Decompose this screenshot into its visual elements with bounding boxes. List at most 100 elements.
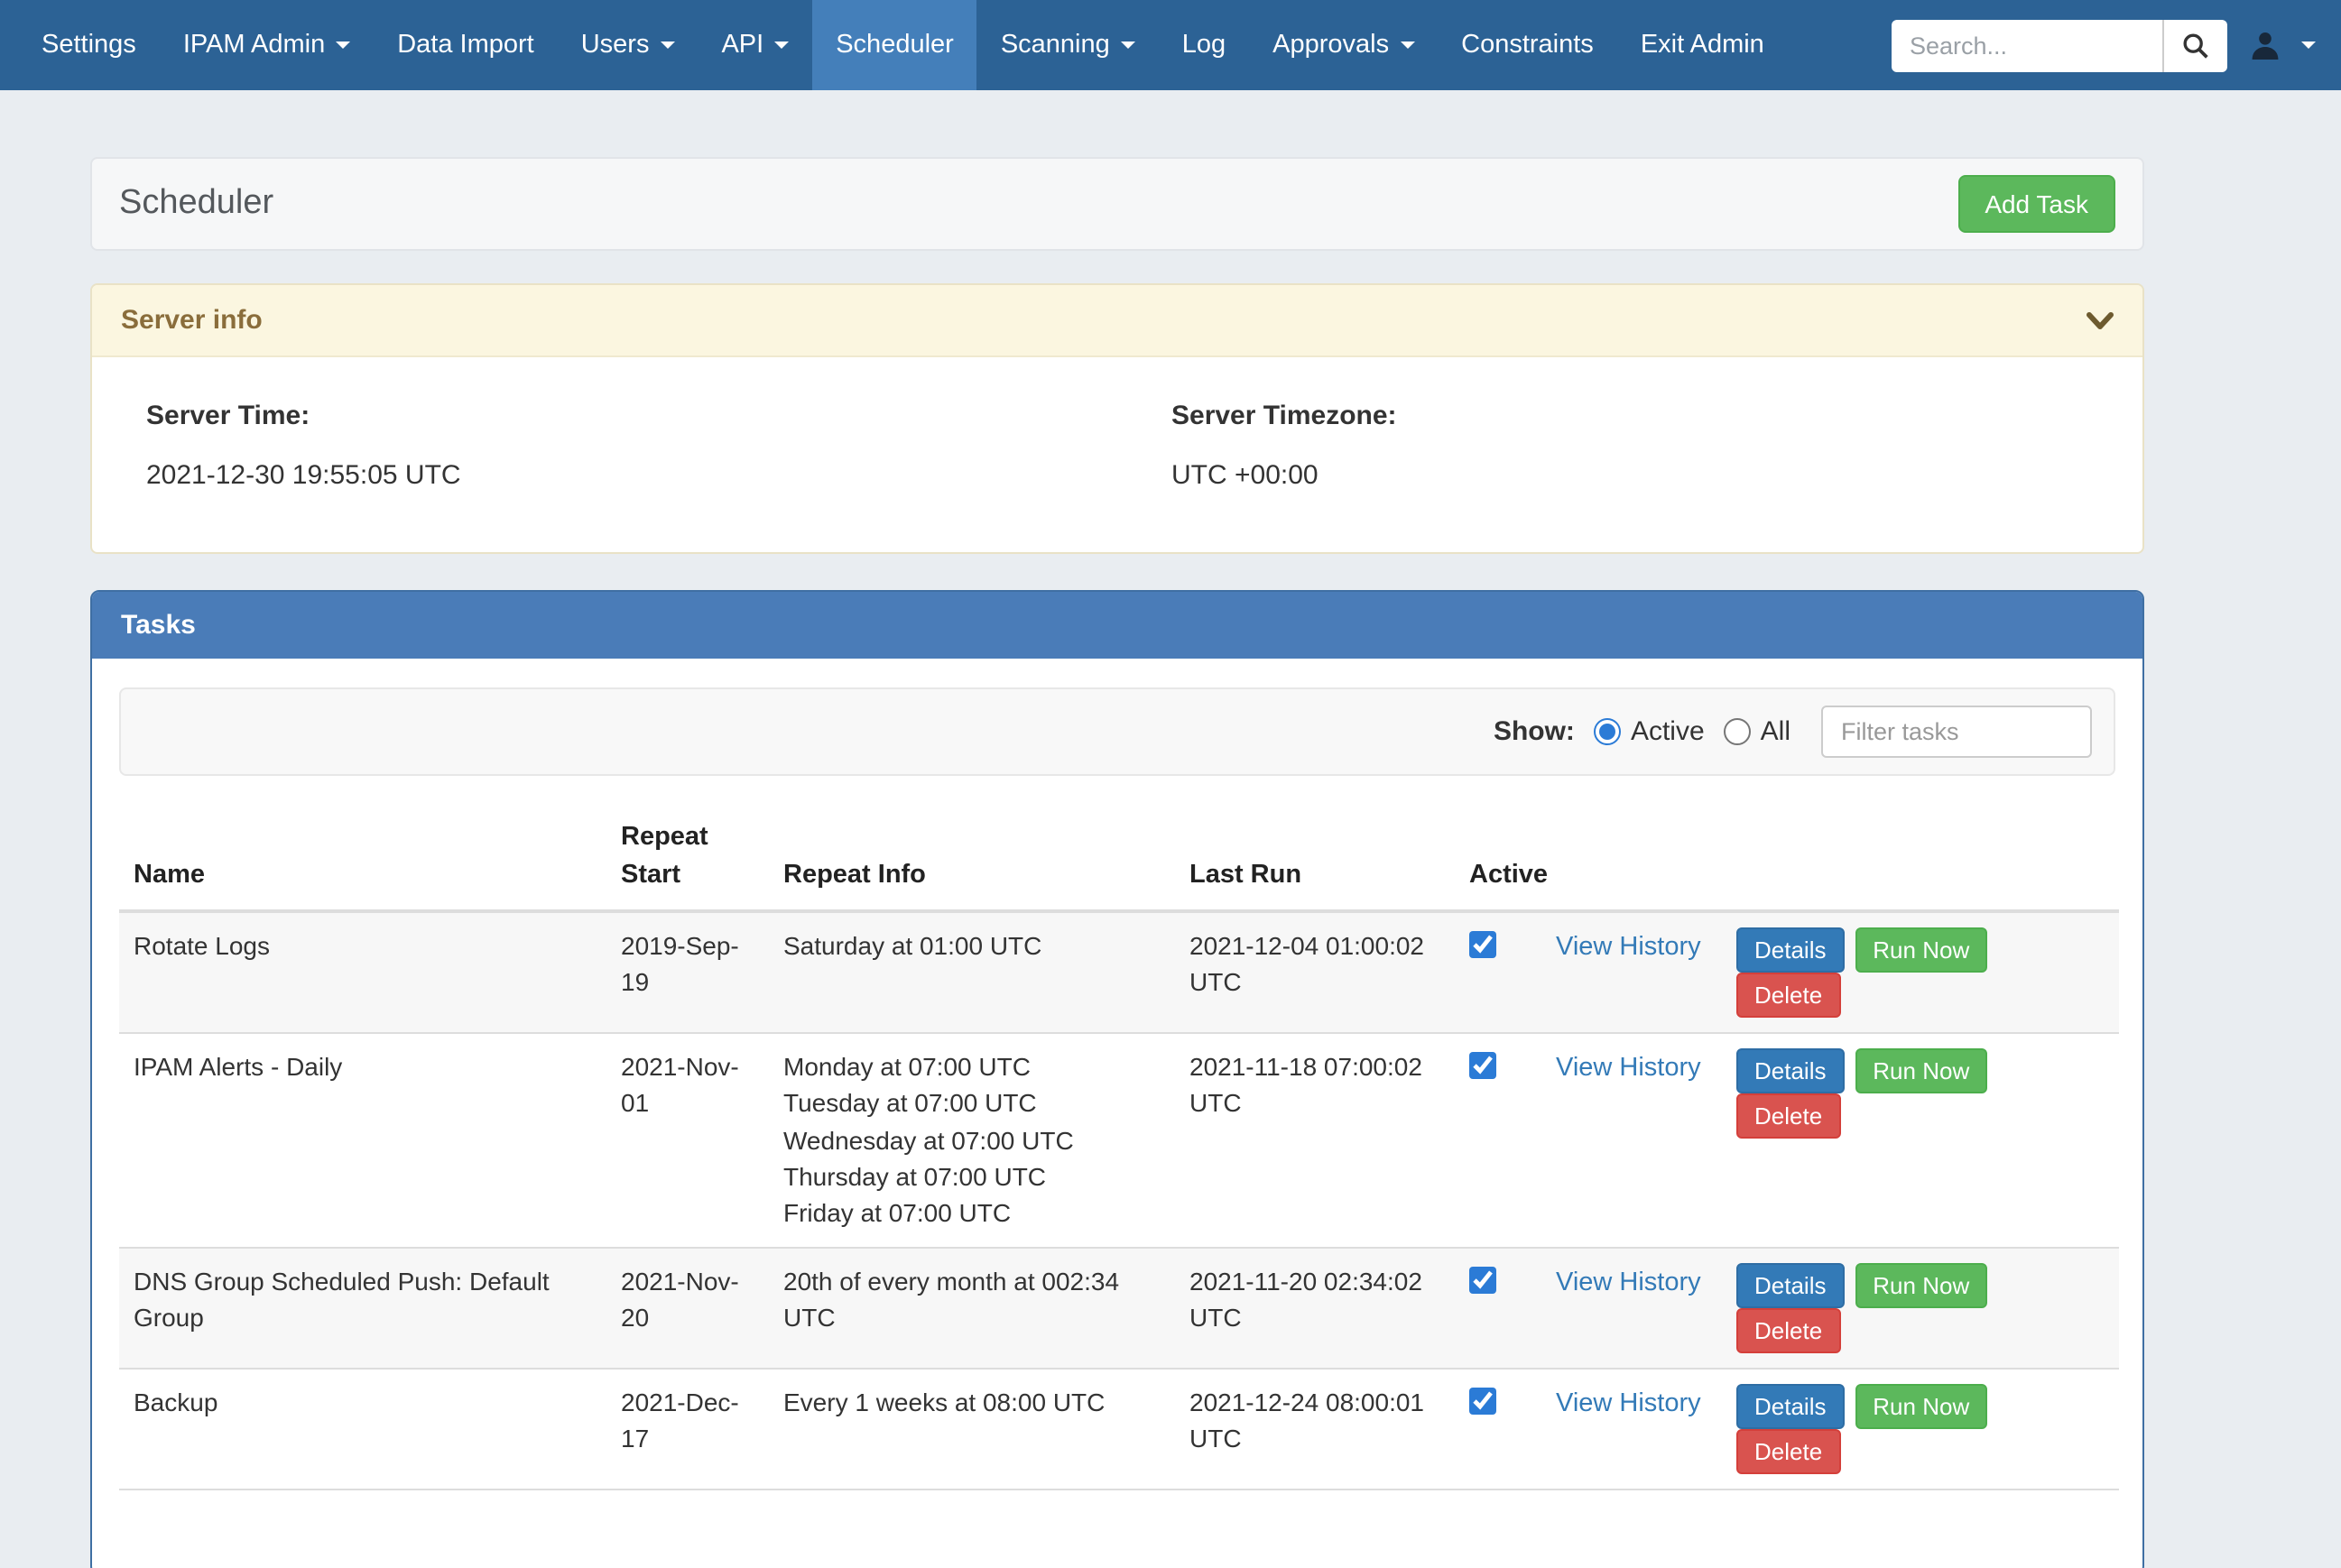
chevron-down-icon	[336, 42, 350, 49]
details-button[interactable]: Details	[1736, 1262, 1845, 1307]
task-repeat-info: Saturday at 01:00 UTC	[769, 911, 1175, 1033]
top-navbar: Settings IPAM Admin Data Import Users AP…	[0, 0, 2341, 90]
show-active-radio[interactable]	[1595, 718, 1622, 745]
search-input[interactable]	[1892, 19, 2162, 71]
add-task-button[interactable]: Add Task	[1957, 175, 2115, 233]
server-time-value: 2021-12-30 19:55:05 UTC	[146, 460, 1117, 491]
nav-item-settings[interactable]: Settings	[18, 0, 160, 90]
show-active-label: Active	[1631, 716, 1705, 747]
user-menu-button[interactable]	[2249, 29, 2316, 61]
server-info-header[interactable]: Server info	[92, 285, 2142, 357]
delete-button[interactable]: Delete	[1736, 973, 1840, 1018]
task-name: Backup	[119, 1368, 606, 1489]
run-now-button[interactable]: Run Now	[1855, 1262, 1987, 1307]
server-timezone-label: Server Timezone:	[1171, 401, 2142, 431]
run-now-button[interactable]: Run Now	[1855, 1048, 1987, 1093]
server-info-body: Server Time: 2021-12-30 19:55:05 UTC Ser…	[92, 357, 2142, 552]
tasks-filter-bar: Show: Active All	[119, 687, 2115, 776]
user-icon	[2249, 29, 2281, 61]
delete-button[interactable]: Delete	[1736, 1428, 1840, 1473]
task-name: IPAM Alerts - Daily	[119, 1033, 606, 1247]
task-repeat-info: Monday at 07:00 UTC Tuesday at 07:00 UTC…	[769, 1033, 1175, 1247]
show-all-radio[interactable]	[1725, 718, 1752, 745]
nav-item-data-import[interactable]: Data Import	[374, 0, 558, 90]
nav-item-label: Scanning	[1001, 31, 1110, 60]
tasks-panel-header: Tasks	[92, 592, 2142, 659]
column-header-actions	[1722, 805, 2119, 911]
view-history-link[interactable]: View History	[1556, 1388, 1701, 1417]
server-time-label: Server Time:	[146, 401, 1117, 431]
search-button[interactable]	[2162, 19, 2227, 71]
nav-item-users[interactable]: Users	[558, 0, 699, 90]
page-header-card: Scheduler Add Task	[90, 157, 2144, 251]
page-title: Scheduler	[119, 184, 273, 224]
view-history-link[interactable]: View History	[1556, 933, 1701, 962]
nav-item-constraints[interactable]: Constraints	[1438, 0, 1617, 90]
column-header-active: Active	[1455, 805, 1541, 911]
server-info-title: Server info	[121, 305, 263, 336]
tasks-panel: Tasks Show: Active All	[90, 590, 2144, 1568]
task-repeat-info: Every 1 weeks at 08:00 UTC	[769, 1368, 1175, 1489]
chevron-down-icon	[774, 42, 789, 49]
chevron-down-icon	[2301, 42, 2316, 49]
show-all-option[interactable]: All	[1725, 716, 1790, 747]
active-checkbox[interactable]	[1469, 1266, 1496, 1293]
task-repeat-start: 2021-Nov-20	[606, 1247, 769, 1368]
nav-item-label: Users	[581, 31, 650, 60]
search-icon	[2182, 32, 2209, 59]
navbar-right	[1892, 0, 2341, 90]
tasks-table: Name Repeat Start Repeat Info Last Run A…	[119, 805, 2119, 1490]
task-name: DNS Group Scheduled Push: Default Group	[119, 1247, 606, 1368]
task-repeat-start: 2019-Sep-19	[606, 911, 769, 1033]
column-header-name: Name	[119, 805, 606, 911]
nav-items: Settings IPAM Admin Data Import Users AP…	[0, 0, 1788, 90]
task-name: Rotate Logs	[119, 911, 606, 1033]
view-history-link[interactable]: View History	[1556, 1054, 1701, 1083]
task-last-run: 2021-12-04 01:00:02 UTC	[1175, 911, 1455, 1033]
column-header-last-run: Last Run	[1175, 805, 1455, 911]
details-button[interactable]: Details	[1736, 1383, 1845, 1428]
filter-tasks-input[interactable]	[1821, 706, 2092, 758]
active-checkbox[interactable]	[1469, 1052, 1496, 1079]
nav-item-label: API	[721, 31, 763, 60]
server-timezone-block: Server Timezone: UTC +00:00	[1117, 401, 2142, 491]
nav-item-scheduler[interactable]: Scheduler	[812, 0, 977, 90]
run-now-button[interactable]: Run Now	[1855, 927, 1987, 973]
view-history-link[interactable]: View History	[1556, 1268, 1701, 1296]
details-button[interactable]: Details	[1736, 927, 1845, 973]
nav-item-log[interactable]: Log	[1159, 0, 1249, 90]
nav-item-label: IPAM Admin	[183, 31, 325, 60]
nav-item-label: Approvals	[1272, 31, 1389, 60]
table-row: IPAM Alerts - Daily 2021-Nov-01 Monday a…	[119, 1033, 2119, 1247]
collapse-chevron-icon	[2087, 311, 2114, 329]
column-header-repeat-start: Repeat Start	[606, 805, 769, 911]
delete-button[interactable]: Delete	[1736, 1093, 1840, 1139]
server-info-panel: Server info Server Time: 2021-12-30 19:5…	[90, 283, 2144, 554]
nav-item-api[interactable]: API	[698, 0, 812, 90]
server-timezone-value: UTC +00:00	[1171, 460, 2142, 491]
details-button[interactable]: Details	[1736, 1048, 1845, 1093]
table-row: Rotate Logs 2019-Sep-19 Saturday at 01:0…	[119, 911, 2119, 1033]
active-checkbox[interactable]	[1469, 1387, 1496, 1414]
table-header-row: Name Repeat Start Repeat Info Last Run A…	[119, 805, 2119, 911]
nav-item-ipam-admin[interactable]: IPAM Admin	[160, 0, 374, 90]
table-row: DNS Group Scheduled Push: Default Group …	[119, 1247, 2119, 1368]
nav-item-approvals[interactable]: Approvals	[1249, 0, 1438, 90]
chevron-down-icon	[1400, 42, 1414, 49]
task-last-run: 2021-11-18 07:00:02 UTC	[1175, 1033, 1455, 1247]
tasks-panel-body: Show: Active All	[92, 659, 2142, 1568]
table-row: Backup 2021-Dec-17 Every 1 weeks at 08:0…	[119, 1368, 2119, 1489]
task-repeat-info: 20th of every month at 002:34 UTC	[769, 1247, 1175, 1368]
main-content: Scheduler Add Task Server info Server Ti…	[90, 157, 2144, 1568]
server-time-block: Server Time: 2021-12-30 19:55:05 UTC	[92, 401, 1117, 491]
column-header-repeat-info: Repeat Info	[769, 805, 1175, 911]
run-now-button[interactable]: Run Now	[1855, 1383, 1987, 1428]
chevron-down-icon	[1121, 42, 1135, 49]
nav-item-exit-admin[interactable]: Exit Admin	[1617, 0, 1788, 90]
active-checkbox[interactable]	[1469, 931, 1496, 958]
nav-item-scanning[interactable]: Scanning	[977, 0, 1159, 90]
show-active-option[interactable]: Active	[1595, 716, 1705, 747]
show-label: Show:	[1494, 716, 1575, 747]
chevron-down-icon	[660, 42, 674, 49]
delete-button[interactable]: Delete	[1736, 1307, 1840, 1352]
